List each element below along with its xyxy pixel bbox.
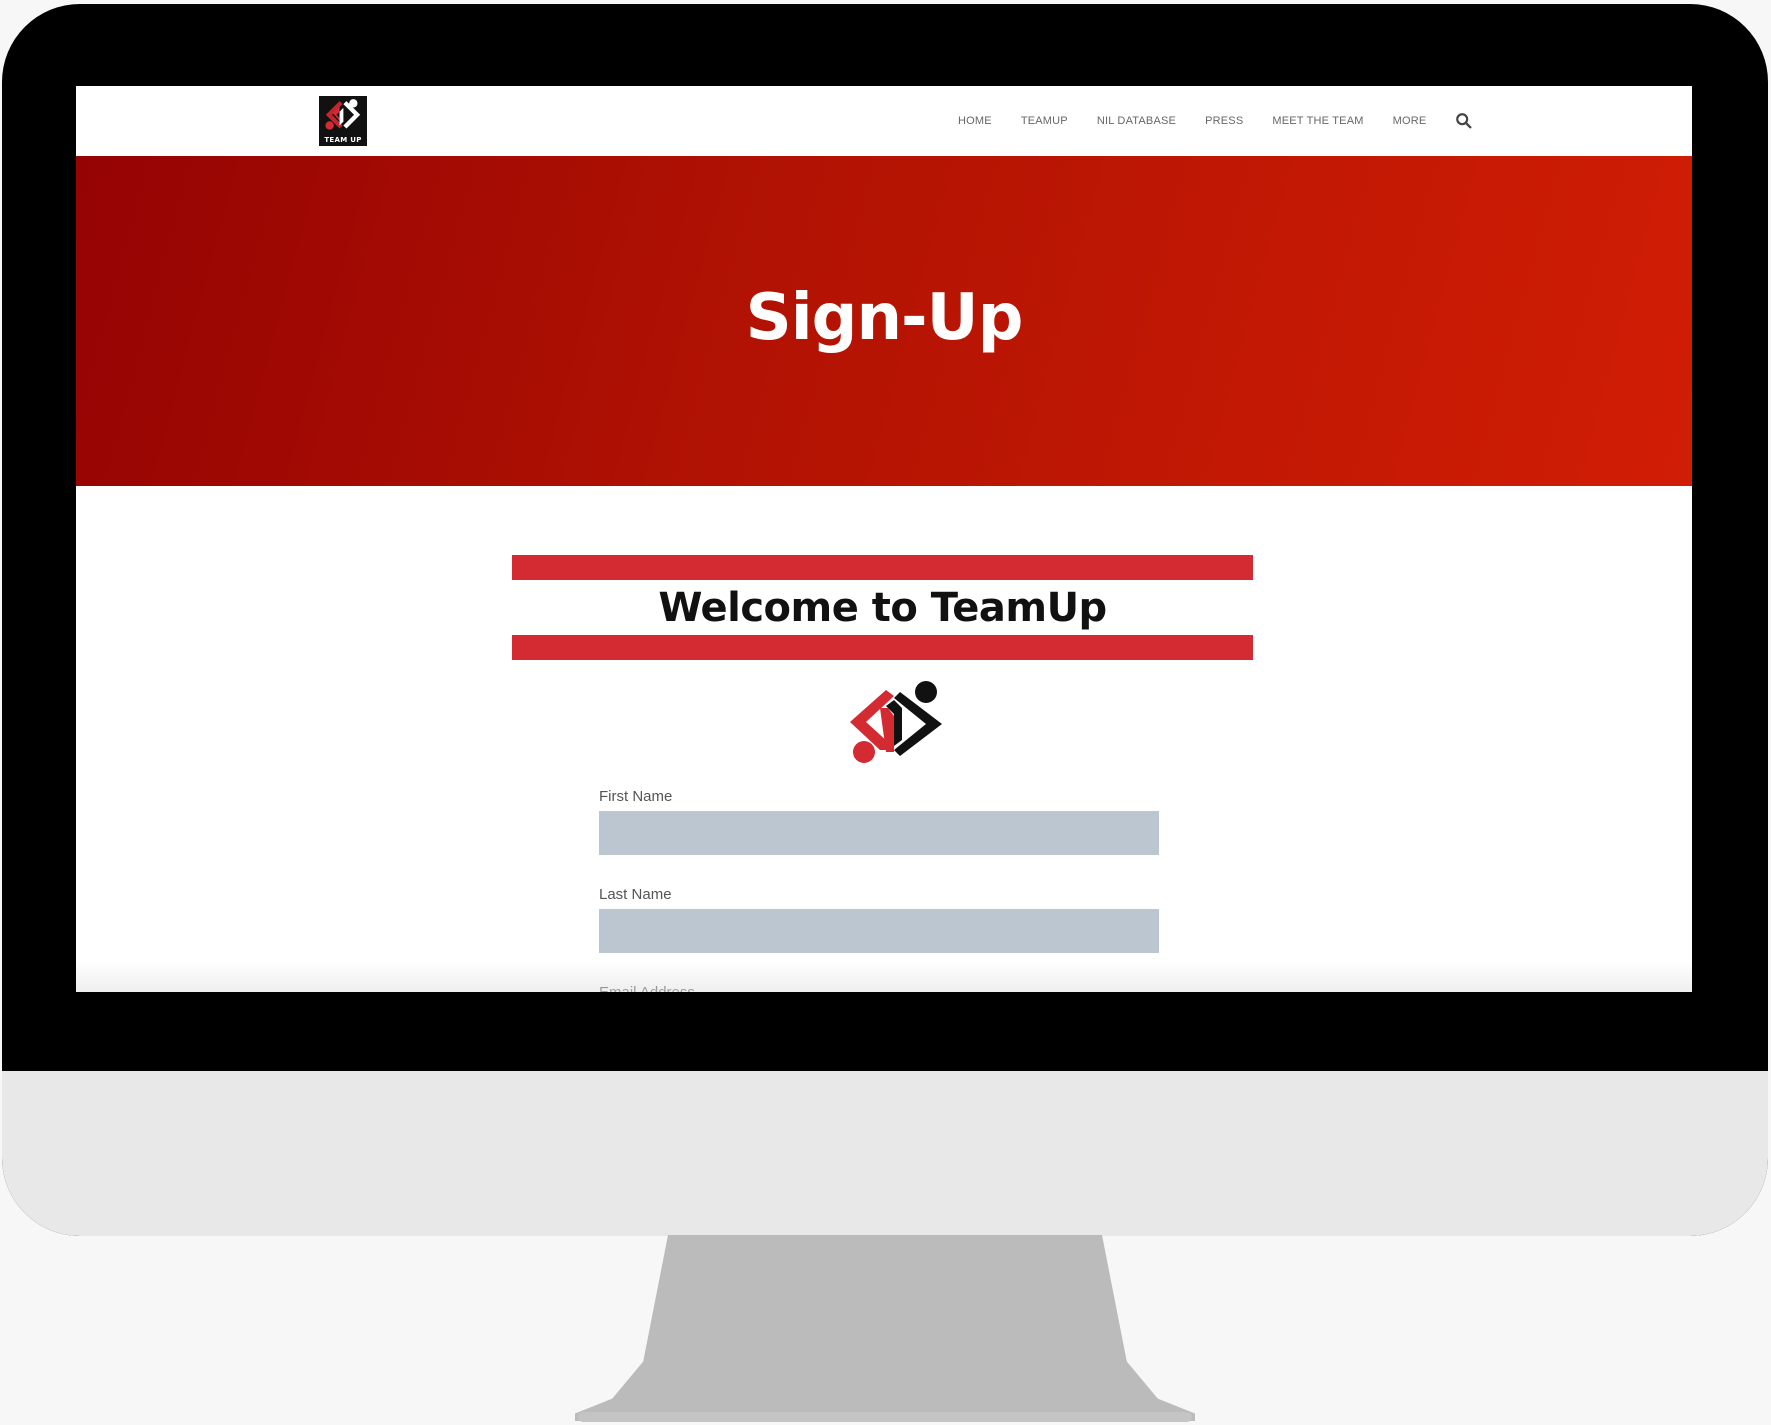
main-nav: HOME TEAMUP NIL DATABASE PRESS MEET THE … xyxy=(958,86,1473,156)
screen-bottom-fade xyxy=(76,962,1692,992)
nav-teamup[interactable]: TEAMUP xyxy=(1021,115,1068,127)
teamup-logo-icon xyxy=(325,99,361,130)
last-name-label: Last Name xyxy=(599,886,672,903)
hero-banner: Sign-Up xyxy=(76,156,1692,486)
monitor-stand-base xyxy=(578,1412,1192,1422)
nav-home[interactable]: HOME xyxy=(958,115,992,127)
nav-meet-the-team[interactable]: MEET THE TEAM xyxy=(1272,115,1363,127)
last-name-field[interactable] xyxy=(599,909,1159,953)
monitor-stand xyxy=(575,1235,1195,1421)
banner-stripe-bottom xyxy=(512,635,1253,660)
welcome-heading: Welcome to TeamUp xyxy=(658,585,1107,631)
page-title: Sign-Up xyxy=(745,281,1024,355)
monitor-chin xyxy=(2,1071,1768,1236)
first-name-label: First Name xyxy=(599,788,673,805)
browser-viewport: TEAM UP HOME TEAMUP NIL DATABASE PRESS M… xyxy=(76,86,1692,992)
nav-nil-database[interactable]: NIL DATABASE xyxy=(1097,115,1176,127)
welcome-banner: Welcome to TeamUp xyxy=(512,555,1253,660)
nav-press[interactable]: PRESS xyxy=(1205,115,1243,127)
nav-more[interactable]: MORE xyxy=(1393,115,1427,127)
logo-text: TEAM UP xyxy=(324,136,362,144)
desktop-stage: TEAM UP HOME TEAMUP NIL DATABASE PRESS M… xyxy=(0,0,1771,1425)
first-name-field[interactable] xyxy=(599,811,1159,855)
teamup-logo-icon xyxy=(850,681,942,763)
email-label: Email Address xyxy=(599,984,695,992)
site-header: TEAM UP HOME TEAMUP NIL DATABASE PRESS M… xyxy=(76,86,1692,157)
site-logo[interactable]: TEAM UP xyxy=(319,96,367,146)
search-icon[interactable] xyxy=(1455,112,1473,130)
banner-stripe-top xyxy=(512,555,1253,580)
